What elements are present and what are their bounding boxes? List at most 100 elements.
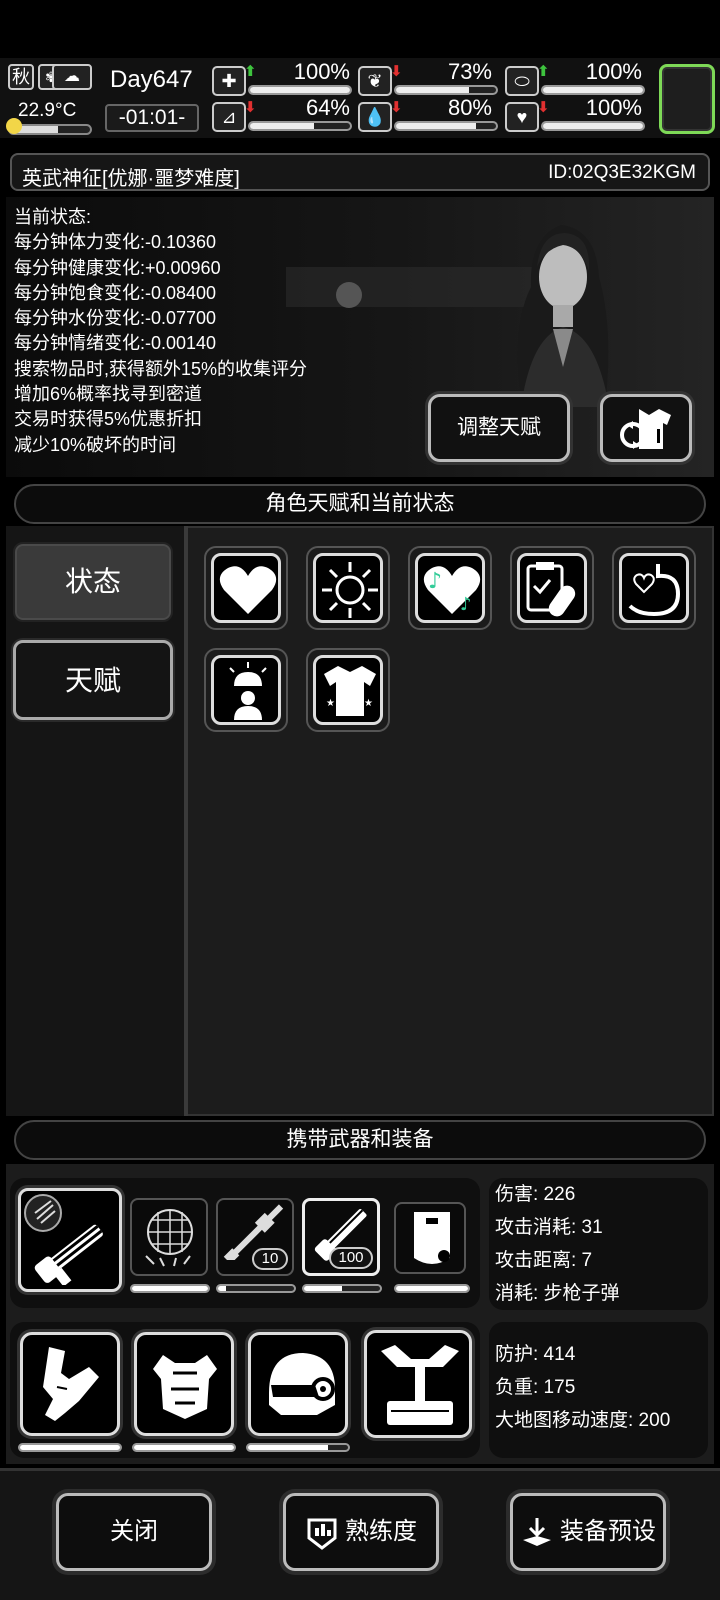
hunger-bar-fill [396,87,469,93]
net-icon [145,1209,193,1267]
status-slot[interactable] [510,546,594,630]
weapon-attack-cost: 攻击消耗: 31 [495,1217,603,1238]
weapon-durability-fill [304,1286,342,1291]
ammo-count: 10 [252,1248,288,1270]
preset-label: 装备预设 [560,1518,656,1545]
weapon-consume: 消耗: 步枪子弹 [495,1283,620,1304]
weapon-slot[interactable]: 10 [216,1198,294,1276]
exoskeleton-icon [381,1345,459,1425]
sun-indicator-icon [6,118,22,134]
status-slot[interactable]: ♪ ♪ [408,546,492,630]
armor-weight: 负重: 175 [495,1377,576,1398]
mood-bar-fill [543,123,643,129]
equipment-preset-button[interactable]: 装备预设 [510,1493,666,1571]
shirt-icon: ★ ★ [324,666,376,716]
status-slot[interactable] [612,546,696,630]
armor-durability-bar [132,1443,236,1452]
armor-durability-fill [134,1445,234,1450]
status-line: 每分钟情绪变化:-0.00140 [14,333,217,354]
equipment-section-header: 携带武器和装备 [14,1120,706,1160]
ammo-count: 100 [329,1247,373,1269]
armor-slot[interactable] [364,1330,472,1438]
heart-icon [219,566,277,614]
character-portrait [517,225,609,407]
status-slot[interactable] [204,546,288,630]
medicine-bar [541,85,645,95]
clock: -01:01- [105,104,199,132]
water-bar-fill [396,123,476,129]
armor-defense: 防护: 414 [495,1344,576,1365]
swap-outfit-icon [620,409,671,449]
health-kit-bar-fill [250,87,350,93]
health-kit-bar [248,85,352,95]
weapon-durability-fill [396,1286,468,1291]
status-line: 每分钟饱食变化:-0.08400 [14,282,217,303]
svg-text:♪: ♪ [428,569,442,594]
health-kit-value: 100% [293,59,350,84]
helmet-icon [269,1353,335,1415]
season-icon: 秋 [8,64,34,90]
alarm-person-icon [229,662,267,720]
swap-outfit-button[interactable] [600,394,692,462]
svg-text:★: ★ [364,698,373,709]
status-line: 增加6%概率找寻到密道 [14,384,203,405]
preset-download-icon [523,1517,551,1546]
weapon-durability-fill [218,1286,226,1291]
tab-status[interactable]: 状态 [13,542,173,622]
weather-icon: ☁ [52,64,92,90]
status-line: 每分钟体力变化:-0.10360 [14,232,217,253]
stamina-bar-fill [250,123,314,129]
day-counter: Day647 [110,66,193,93]
status-line: 每分钟水份变化:-0.07700 [14,308,217,329]
status-line: 减少10%破坏的时间 [14,434,177,455]
proficiency-button[interactable]: 熟练度 [283,1493,439,1571]
weapon-durability-fill [132,1286,208,1291]
weapon-durability-bar [394,1284,470,1293]
background-light [336,282,362,308]
weapon-attack-range: 攻击距离: 7 [495,1250,593,1271]
hunger-value: 73% [447,59,492,84]
weapon-slot[interactable] [394,1202,466,1274]
medicine-value: 100% [585,59,642,84]
medicine-bar-fill [543,87,643,93]
talent-section-header: 角色天赋和当前状态 [14,484,706,524]
status-slot[interactable] [204,648,288,732]
minigun-icon [34,1224,103,1285]
mood-value: 100% [585,95,642,120]
stomach-heart-icon [628,564,681,617]
armor-slot[interactable] [134,1332,234,1436]
armor-durability-bar [18,1443,122,1452]
quick-slot-button[interactable] [659,64,715,134]
clipboard-pill-icon [526,562,576,617]
armor-durability-fill [248,1445,328,1450]
mood-bar [541,121,645,131]
weapon-slot-selected[interactable]: 100 [302,1198,380,1276]
armor-slot[interactable] [20,1332,120,1436]
arm-armor-icon [43,1347,99,1421]
riot-shield-icon [414,1212,450,1264]
status-slot[interactable] [306,546,390,630]
body-armor-icon [153,1355,217,1419]
svg-text:♪: ♪ [460,594,472,615]
temperature: 22.9°C [18,100,77,121]
status-slot[interactable]: ★ ★ [306,648,390,732]
proficiency-label: 熟练度 [345,1518,417,1545]
weapon-slot-main[interactable] [18,1188,122,1292]
status-lines: 当前状态: 每分钟体力变化:-0.10360 每分钟健康变化:+0.00960 … [14,205,307,458]
armor-slot[interactable] [248,1332,348,1436]
tab-talent[interactable]: 天赋 [13,640,173,720]
character-name-bar: 英武神征[优娜·噩梦难度] ID:02Q3E32KGM [10,153,710,191]
close-label: 关闭 [110,1518,158,1545]
weapon-durability-bar [130,1284,210,1293]
svg-text:★: ★ [326,698,335,709]
close-button[interactable]: 关闭 [56,1493,212,1571]
player-id: ID:02Q3E32KGM [548,162,696,183]
weapon-slot[interactable] [130,1198,208,1276]
weapon-stats-panel: 伤害: 226 攻击消耗: 31 攻击距离: 7 消耗: 步枪子弹 [489,1178,708,1310]
adjust-talent-button[interactable]: 调整天赋 [428,394,570,462]
character-name: 英武神征[优娜·噩梦难度] [22,168,240,190]
music-heart-icon: ♪♪ [423,566,481,615]
sun-icon [322,562,378,618]
status-line: 每分钟健康变化:+0.00960 [14,257,221,278]
armor-stats-panel: 防护: 414 负重: 175 大地图移动速度: 200 [489,1322,708,1458]
